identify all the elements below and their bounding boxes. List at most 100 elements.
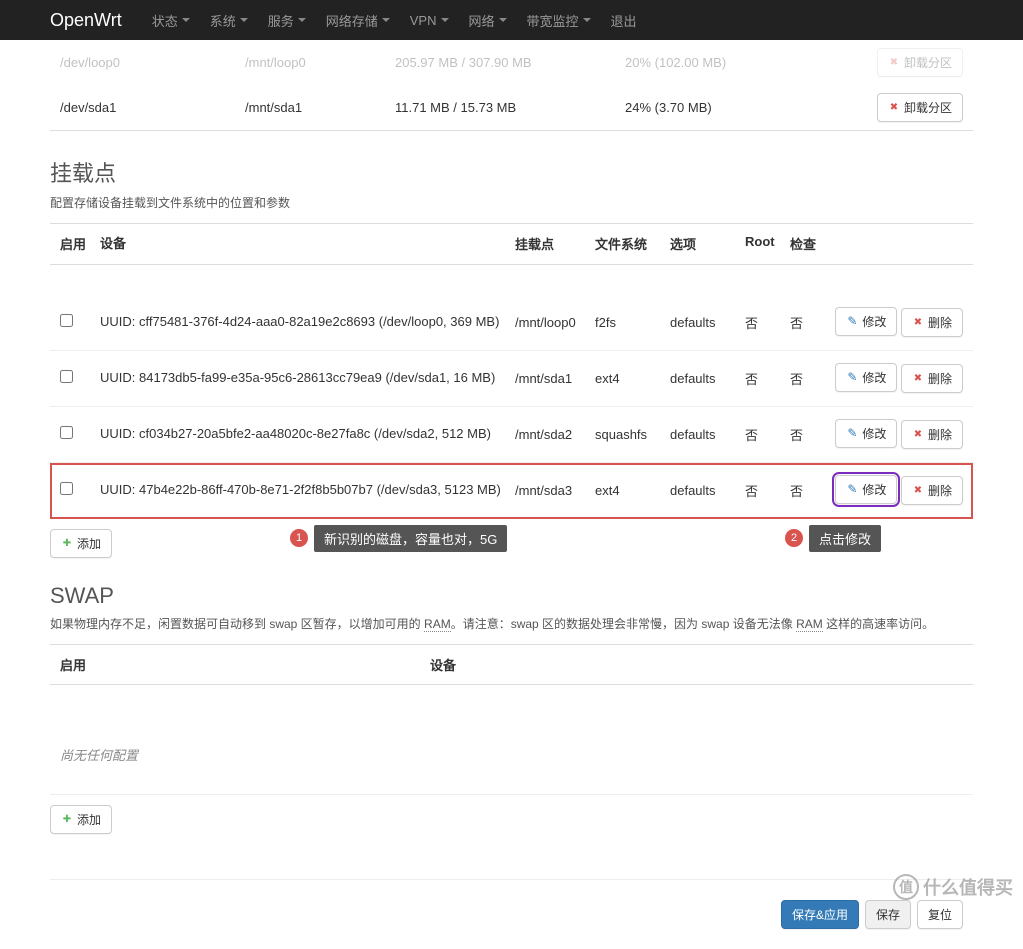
nav-system[interactable]: 系统 [200,1,258,40]
mount-point: /mnt/sda2 [515,427,595,442]
mount-check: 否 [790,313,835,332]
mounts-header-row: 启用 设备 挂载点 文件系统 选项 Root 检查 [50,223,973,265]
caret-icon [182,18,190,22]
nav-logout[interactable]: 退出 [601,1,647,40]
storage-dev: /dev/loop0 [60,55,245,70]
ram-abbr: RAM [424,617,451,632]
edit-icon [846,483,858,495]
mount-root: 否 [745,313,790,332]
close-icon [912,373,924,385]
header-root: Root [745,234,790,254]
storage-usage: 20% (102.00 MB) [625,55,815,70]
nav-nas[interactable]: 网络存储 [316,1,400,40]
footer-actions: 保存&应用 保存 复位 [50,879,973,949]
storage-size: 11.71 MB / 15.73 MB [395,100,625,115]
delete-button[interactable]: 删除 [901,364,963,393]
mount-opt: defaults [670,427,745,442]
mount-root: 否 [745,481,790,500]
caret-icon [298,18,306,22]
header-check: 检查 [790,234,835,254]
mount-device: UUID: cff75481-376f-4d24-aaa0-82a19e2c86… [100,312,515,332]
mount-check: 否 [790,481,835,500]
add-swap-button[interactable]: 添加 [50,805,112,834]
header-enable: 启用 [60,234,100,254]
enable-checkbox[interactable] [60,426,73,439]
nav-status[interactable]: 状态 [142,1,200,40]
mounts-desc: 配置存储设备挂载到文件系统中的位置和参数 [50,194,973,211]
enable-checkbox[interactable] [60,370,73,383]
unmount-button[interactable]: 卸载分区 [877,93,963,122]
add-mount-button[interactable]: 添加 [50,529,112,558]
swap-title: SWAP [50,583,973,609]
nav-vpn[interactable]: VPN [400,3,459,38]
save-button[interactable]: 保存 [865,900,911,929]
reset-button[interactable]: 复位 [917,900,963,929]
nav-bandwidth[interactable]: 带宽监控 [517,1,601,40]
storage-mount: /mnt/loop0 [245,55,395,70]
header-device: 设备 [100,234,515,254]
unmount-button[interactable]: 卸载分区 [877,48,963,77]
mounts-title: 挂载点 [50,156,973,188]
delete-button[interactable]: 删除 [901,308,963,337]
enable-checkbox[interactable] [60,314,73,327]
nav-network[interactable]: 网络 [459,1,517,40]
mount-row: UUID: 84173db5-fa99-e35a-95c6-28613cc79e… [50,351,973,407]
close-icon [912,485,924,497]
edit-icon [846,427,858,439]
edit-button[interactable]: 修改 [835,307,897,336]
ram-abbr: RAM [796,617,823,632]
storage-row: /dev/sda1 /mnt/sda1 11.71 MB / 15.73 MB … [50,85,973,130]
caret-icon [240,18,248,22]
mount-device: UUID: 84173db5-fa99-e35a-95c6-28613cc79e… [100,368,515,388]
edit-icon [846,371,858,383]
brand-logo[interactable]: OpenWrt [50,10,122,31]
save-apply-button[interactable]: 保存&应用 [781,900,859,929]
mount-opt: defaults [670,371,745,386]
header-opt: 选项 [670,234,745,254]
swap-desc: 如果物理内存不足，闲置数据可自动移到 swap 区暂存，以增加可用的 RAM。请… [50,615,973,632]
storage-dev: /dev/sda1 [60,100,245,115]
storage-row: /dev/loop0 /mnt/loop0 205.97 MB / 307.90… [50,40,973,85]
mount-check: 否 [790,425,835,444]
mount-row: UUID: cff75481-376f-4d24-aaa0-82a19e2c86… [50,295,973,351]
annotation-text: 点击修改 [809,525,881,552]
close-icon [888,57,900,69]
mount-check: 否 [790,369,835,388]
delete-button[interactable]: 删除 [901,476,963,505]
mount-row: UUID: 47b4e22b-86ff-470b-8e71-2f2f8b5b07… [50,463,973,519]
edit-button[interactable]: 修改 [835,475,897,504]
mount-device: UUID: 47b4e22b-86ff-470b-8e71-2f2f8b5b07… [100,480,515,500]
header-fs: 文件系统 [595,234,670,254]
swap-header-device: 设备 [430,655,456,674]
mount-point: /mnt/sda1 [515,371,595,386]
mount-point: /mnt/sda3 [515,483,595,498]
watermark-text: 什么值得买 [923,874,1013,900]
caret-icon [583,18,591,22]
plus-icon [61,537,73,549]
close-icon [912,317,924,329]
mount-root: 否 [745,425,790,444]
header-mount: 挂载点 [515,234,595,254]
nav-services[interactable]: 服务 [258,1,316,40]
watermark: 值 什么值得买 [893,874,1013,900]
mount-point: /mnt/loop0 [515,315,595,330]
annotation-1: 1 新识别的磁盘，容量也对，5G [290,525,507,552]
plus-icon [61,813,73,825]
annotation-badge: 2 [785,529,803,547]
delete-button[interactable]: 删除 [901,420,963,449]
enable-checkbox[interactable] [60,482,73,495]
storage-size: 205.97 MB / 307.90 MB [395,55,625,70]
caret-icon [499,18,507,22]
mount-fs: f2fs [595,315,670,330]
mount-device: UUID: cf034b27-20a5bfe2-aa48020c-8e27fa8… [100,424,515,444]
storage-usage: 24% (3.70 MB) [625,100,815,115]
edit-button[interactable]: 修改 [835,363,897,392]
annotation-2: 2 点击修改 [785,525,881,552]
close-icon [888,102,900,114]
edit-button[interactable]: 修改 [835,419,897,448]
annotation-text: 新识别的磁盘，容量也对，5G [314,525,507,552]
close-icon [912,429,924,441]
mount-opt: defaults [670,483,745,498]
mount-opt: defaults [670,315,745,330]
caret-icon [382,18,390,22]
